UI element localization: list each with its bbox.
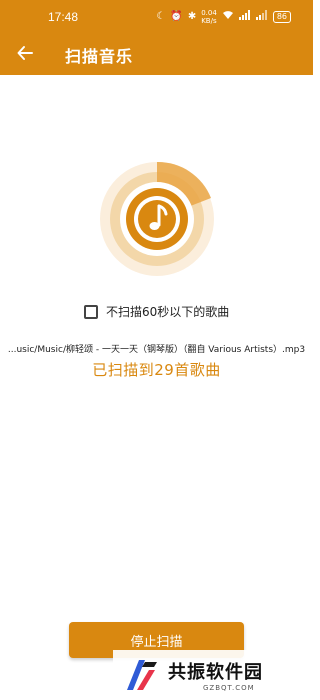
wifi-icon xyxy=(222,10,234,24)
watermark-name: 共振软件园 xyxy=(168,662,263,683)
status-icons: ☾ ⏰ ✱ 0.04 KB/s 86 xyxy=(156,9,291,25)
scan-animation xyxy=(99,161,215,277)
watermark: 共振软件园 GZBQT.COM xyxy=(113,650,313,700)
signal-icon-2 xyxy=(255,10,268,24)
arrow-left-icon xyxy=(17,46,33,60)
skip-short-songs-option[interactable]: 不扫描60秒以下的歌曲 xyxy=(84,303,229,320)
current-scan-path: ...usic/Music/柳轻颂 - 一天一天（钢琴版）（翻自 Various… xyxy=(7,345,306,355)
page-title: 扫描音乐 xyxy=(65,47,134,66)
alarm-icon: ⏰ xyxy=(170,11,183,22)
skip-short-checkbox[interactable] xyxy=(84,304,98,319)
battery-indicator: 86 xyxy=(272,11,291,23)
skip-short-label: 不扫描60秒以下的歌曲 xyxy=(106,305,230,319)
bluetooth-icon: ✱ xyxy=(187,11,197,22)
scan-status: 已扫描到29首歌曲 xyxy=(92,361,221,379)
network-speed: 0.04 KB/s xyxy=(201,9,217,25)
app-bar: 扫描音乐 xyxy=(0,32,313,75)
brand-logo-icon xyxy=(127,660,157,690)
moon-icon: ☾ xyxy=(156,11,166,22)
watermark-url: GZBQT.COM xyxy=(203,684,255,692)
status-time: 17:48 xyxy=(48,10,79,24)
signal-icon xyxy=(238,10,251,24)
status-bar: 17:48 ☾ ⏰ ✱ 0.04 KB/s 86 xyxy=(0,0,313,32)
back-button[interactable] xyxy=(12,40,38,66)
